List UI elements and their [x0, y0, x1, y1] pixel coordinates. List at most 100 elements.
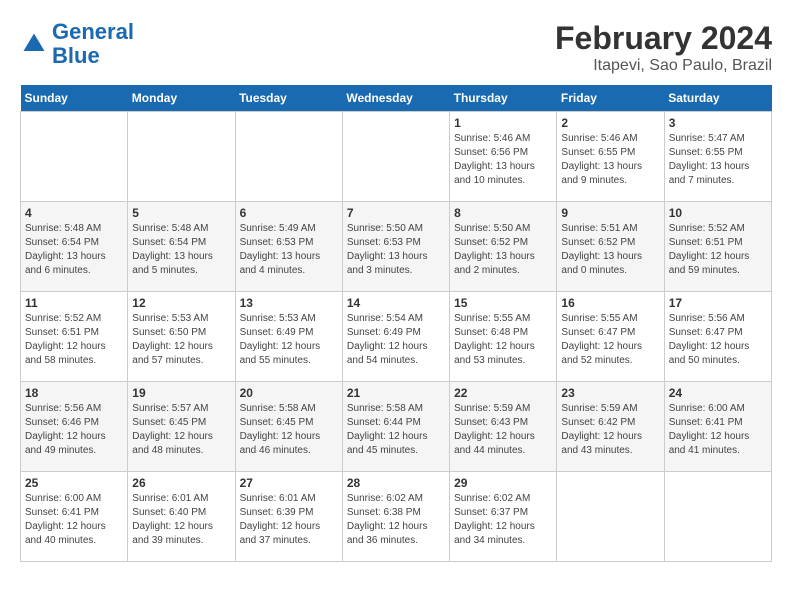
calendar-cell: 29 Sunrise: 6:02 AM Sunset: 6:37 PM Dayli… — [450, 472, 557, 562]
day-info: Sunrise: 5:52 AM Sunset: 6:51 PM Dayligh… — [25, 312, 123, 368]
calendar-cell: 18 Sunrise: 5:56 AM Sunset: 6:46 PM Dayli… — [21, 382, 128, 472]
day-number: 4 — [25, 206, 123, 220]
day-info: Sunrise: 5:54 AM Sunset: 6:49 PM Dayligh… — [347, 312, 445, 368]
calendar-cell: 8Sunrise: 5:50 AM Sunset: 6:52 PM Daylig… — [450, 202, 557, 292]
day-number: 6 — [240, 206, 338, 220]
calendar-cell: 12 Sunrise: 5:53 AM Sunset: 6:50 PM Dayli… — [128, 292, 235, 382]
logo: General Blue — [20, 20, 134, 68]
calendar-cell: 28Sunrise: 6:02 AM Sunset: 6:38 PM Dayli… — [342, 472, 449, 562]
day-info: Sunrise: 5:53 AM Sunset: 6:49 PM Dayligh… — [240, 312, 338, 368]
calendar-cell: 5Sunrise: 5:48 AM Sunset: 6:54 PM Daylig… — [128, 202, 235, 292]
calendar-cell: 2Sunrise: 5:46 AM Sunset: 6:55 PM Daylig… — [557, 112, 664, 202]
calendar-cell: 20 Sunrise: 5:58 AM Sunset: 6:45 PM Dayli… — [235, 382, 342, 472]
day-number: 2 — [561, 116, 659, 130]
day-number: 25 — [25, 476, 123, 490]
title-block: February 2024 Itapevi, Sao Paulo, Brazil — [555, 20, 772, 75]
day-info: Sunrise: 6:02 AM Sunset: 6:38 PM Dayligh… — [347, 492, 445, 548]
calendar-week-row: 25 Sunrise: 6:00 AM Sunset: 6:41 PM Dayli… — [21, 472, 772, 562]
calendar-cell: 21Sunrise: 5:58 AM Sunset: 6:44 PM Dayli… — [342, 382, 449, 472]
day-number: 17 — [669, 296, 767, 310]
calendar-cell: 24 Sunrise: 6:00 AM Sunset: 6:41 PM Dayli… — [664, 382, 771, 472]
day-info: Sunrise: 5:55 AM Sunset: 6:48 PM Dayligh… — [454, 312, 552, 368]
day-info: Sunrise: 6:01 AM Sunset: 6:39 PM Dayligh… — [240, 492, 338, 548]
weekday-header-cell: Saturday — [664, 85, 771, 112]
day-number: 16 — [561, 296, 659, 310]
calendar-cell: 1Sunrise: 5:46 AM Sunset: 6:56 PM Daylig… — [450, 112, 557, 202]
weekday-header-cell: Wednesday — [342, 85, 449, 112]
calendar-cell: 23 Sunrise: 5:59 AM Sunset: 6:42 PM Dayli… — [557, 382, 664, 472]
day-info: Sunrise: 5:58 AM Sunset: 6:45 PM Dayligh… — [240, 402, 338, 458]
calendar-cell — [342, 112, 449, 202]
day-info: Sunrise: 5:53 AM Sunset: 6:50 PM Dayligh… — [132, 312, 230, 368]
day-number: 12 — [132, 296, 230, 310]
day-number: 18 — [25, 386, 123, 400]
calendar-cell: 10 Sunrise: 5:52 AM Sunset: 6:51 PM Dayli… — [664, 202, 771, 292]
calendar-cell: 16 Sunrise: 5:55 AM Sunset: 6:47 PM Dayli… — [557, 292, 664, 382]
day-info: Sunrise: 5:49 AM Sunset: 6:53 PM Dayligh… — [240, 222, 338, 278]
subtitle: Itapevi, Sao Paulo, Brazil — [555, 57, 772, 75]
day-number: 27 — [240, 476, 338, 490]
day-number: 20 — [240, 386, 338, 400]
day-info: Sunrise: 6:01 AM Sunset: 6:40 PM Dayligh… — [132, 492, 230, 548]
day-info: Sunrise: 5:57 AM Sunset: 6:45 PM Dayligh… — [132, 402, 230, 458]
calendar-week-row: 18 Sunrise: 5:56 AM Sunset: 6:46 PM Dayli… — [21, 382, 772, 472]
day-number: 21 — [347, 386, 445, 400]
day-info: Sunrise: 5:56 AM Sunset: 6:46 PM Dayligh… — [25, 402, 123, 458]
day-number: 11 — [25, 296, 123, 310]
day-number: 19 — [132, 386, 230, 400]
day-info: Sunrise: 5:50 AM Sunset: 6:53 PM Dayligh… — [347, 222, 445, 278]
day-info: Sunrise: 6:00 AM Sunset: 6:41 PM Dayligh… — [669, 402, 767, 458]
weekday-header-cell: Thursday — [450, 85, 557, 112]
page-header: General Blue February 2024 Itapevi, Sao … — [20, 20, 772, 75]
day-number: 10 — [669, 206, 767, 220]
day-info: Sunrise: 5:56 AM Sunset: 6:47 PM Dayligh… — [669, 312, 767, 368]
day-number: 5 — [132, 206, 230, 220]
day-number: 3 — [669, 116, 767, 130]
day-info: Sunrise: 6:00 AM Sunset: 6:41 PM Dayligh… — [25, 492, 123, 548]
calendar-cell: 22Sunrise: 5:59 AM Sunset: 6:43 PM Dayli… — [450, 382, 557, 472]
main-title: February 2024 — [555, 20, 772, 57]
day-number: 9 — [561, 206, 659, 220]
weekday-header-cell: Tuesday — [235, 85, 342, 112]
calendar-cell — [128, 112, 235, 202]
calendar-cell: 3 Sunrise: 5:47 AM Sunset: 6:55 PM Daylig… — [664, 112, 771, 202]
calendar-cell: 19 Sunrise: 5:57 AM Sunset: 6:45 PM Dayli… — [128, 382, 235, 472]
calendar-cell: 17 Sunrise: 5:56 AM Sunset: 6:47 PM Dayli… — [664, 292, 771, 382]
day-number: 23 — [561, 386, 659, 400]
day-info: Sunrise: 5:59 AM Sunset: 6:42 PM Dayligh… — [561, 402, 659, 458]
day-info: Sunrise: 5:55 AM Sunset: 6:47 PM Dayligh… — [561, 312, 659, 368]
calendar-cell — [21, 112, 128, 202]
calendar-cell: 26Sunrise: 6:01 AM Sunset: 6:40 PM Dayli… — [128, 472, 235, 562]
weekday-header-cell: Sunday — [21, 85, 128, 112]
weekday-header-cell: Friday — [557, 85, 664, 112]
weekday-header: SundayMondayTuesdayWednesdayThursdayFrid… — [21, 85, 772, 112]
calendar-cell: 4 Sunrise: 5:48 AM Sunset: 6:54 PM Daylig… — [21, 202, 128, 292]
day-info: Sunrise: 5:52 AM Sunset: 6:51 PM Dayligh… — [669, 222, 767, 278]
day-info: Sunrise: 5:47 AM Sunset: 6:55 PM Dayligh… — [669, 132, 767, 188]
calendar-body: 1Sunrise: 5:46 AM Sunset: 6:56 PM Daylig… — [21, 112, 772, 562]
calendar-cell: 7 Sunrise: 5:50 AM Sunset: 6:53 PM Daylig… — [342, 202, 449, 292]
calendar-cell: 25 Sunrise: 6:00 AM Sunset: 6:41 PM Dayli… — [21, 472, 128, 562]
day-number: 24 — [669, 386, 767, 400]
calendar-cell: 15 Sunrise: 5:55 AM Sunset: 6:48 PM Dayli… — [450, 292, 557, 382]
day-info: Sunrise: 5:46 AM Sunset: 6:56 PM Dayligh… — [454, 132, 552, 188]
day-number: 14 — [347, 296, 445, 310]
day-number: 7 — [347, 206, 445, 220]
calendar-cell: 11 Sunrise: 5:52 AM Sunset: 6:51 PM Dayli… — [21, 292, 128, 382]
calendar-cell: 13 Sunrise: 5:53 AM Sunset: 6:49 PM Dayli… — [235, 292, 342, 382]
calendar-cell: 9 Sunrise: 5:51 AM Sunset: 6:52 PM Daylig… — [557, 202, 664, 292]
calendar-cell — [235, 112, 342, 202]
weekday-header-cell: Monday — [128, 85, 235, 112]
day-info: Sunrise: 5:48 AM Sunset: 6:54 PM Dayligh… — [25, 222, 123, 278]
calendar-cell: 14 Sunrise: 5:54 AM Sunset: 6:49 PM Dayli… — [342, 292, 449, 382]
calendar-week-row: 4 Sunrise: 5:48 AM Sunset: 6:54 PM Daylig… — [21, 202, 772, 292]
day-number: 15 — [454, 296, 552, 310]
day-number: 29 — [454, 476, 552, 490]
calendar-cell: 27 Sunrise: 6:01 AM Sunset: 6:39 PM Dayli… — [235, 472, 342, 562]
day-number: 13 — [240, 296, 338, 310]
day-number: 22 — [454, 386, 552, 400]
calendar-cell — [664, 472, 771, 562]
logo-text: General Blue — [52, 20, 134, 68]
day-info: Sunrise: 5:51 AM Sunset: 6:52 PM Dayligh… — [561, 222, 659, 278]
day-info: Sunrise: 6:02 AM Sunset: 6:37 PM Dayligh… — [454, 492, 552, 548]
